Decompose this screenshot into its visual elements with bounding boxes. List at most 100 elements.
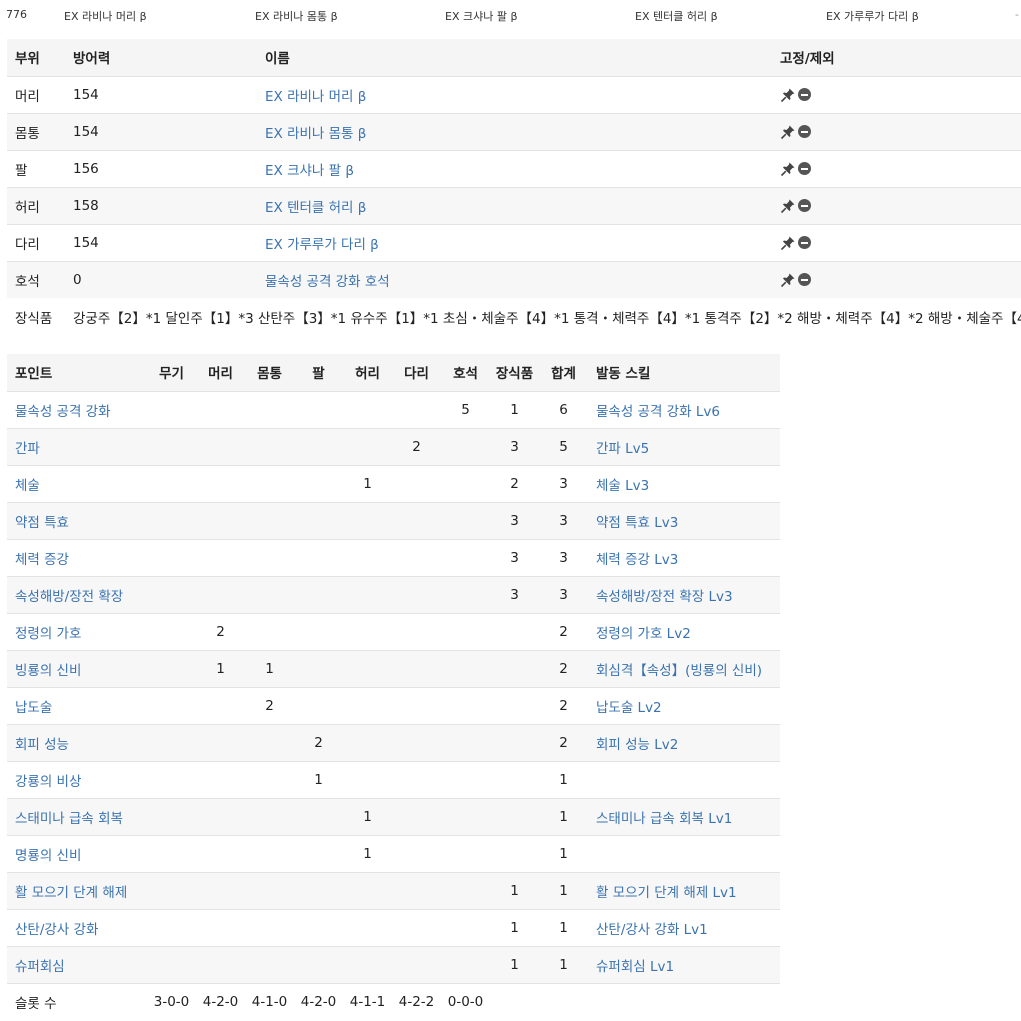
pin-icon[interactable] <box>780 198 796 214</box>
pin-icon[interactable] <box>780 161 796 177</box>
exclude-icon[interactable] <box>798 125 811 138</box>
active-skill-link[interactable]: 정령의 가호 Lv2 <box>596 626 691 642</box>
total-cell: 3 <box>539 501 588 539</box>
charm-cell <box>441 908 490 946</box>
active-skill-link[interactable]: 체력 증강 Lv3 <box>596 552 678 568</box>
head-cell <box>196 834 245 872</box>
skill-point-link[interactable]: 납도술 <box>15 700 52 716</box>
pin-icon[interactable] <box>780 87 796 103</box>
skill-point-link[interactable]: 강룡의 비상 <box>15 774 81 790</box>
total-cell: 1 <box>539 945 588 983</box>
waist-cell <box>343 501 392 539</box>
weapon-cell <box>147 723 196 761</box>
arm-cell <box>294 538 343 576</box>
skill-point-link[interactable]: 활 모으기 단계 해제 <box>15 885 127 901</box>
arm-cell <box>294 649 343 687</box>
total-cell: 1 <box>539 871 588 909</box>
skill-points-table: 포인트 무기 머리 몸통 팔 허리 다리 호석 장식품 합계 발동 스킬 물속성… <box>7 354 780 1020</box>
active-skill-cell: 슈퍼회심 Lv1 <box>588 945 780 983</box>
waist-cell <box>343 908 392 946</box>
skill-point-link[interactable]: 명룡의 신비 <box>15 848 81 864</box>
slots-label: 슬롯 수 <box>7 982 147 1020</box>
exclude-icon[interactable] <box>798 273 811 287</box>
body-cell <box>245 575 294 613</box>
skill-point-link[interactable]: 약점 특효 <box>15 515 69 531</box>
active-skill-link[interactable]: 산탄/강사 강화 Lv1 <box>596 922 708 938</box>
pin-icon[interactable] <box>780 235 796 251</box>
skill-point-link[interactable]: 슈퍼회심 <box>15 959 65 975</box>
slots-row: 슬롯 수 3-0-0 4-2-0 4-1-0 4-2-0 4-1-1 4-2-2… <box>7 982 780 1020</box>
pin-icon[interactable] <box>780 124 796 140</box>
active-skill-cell: 활 모으기 단계 해제 Lv1 <box>588 871 780 909</box>
total-cell: 2 <box>539 686 588 724</box>
exclude-icon[interactable] <box>798 236 811 249</box>
skill-row: 체술 1 2 3 체술 Lv3 <box>7 464 780 502</box>
part-cell: 몸통 <box>7 113 65 151</box>
skill-point-link[interactable]: 체술 <box>15 478 40 494</box>
arm-cell <box>294 390 343 428</box>
armor-link[interactable]: EX 가루루가 다리 β <box>265 237 379 253</box>
weapon-cell <box>147 760 196 798</box>
total-cell: 3 <box>539 575 588 613</box>
skill-point-link[interactable]: 회피 성능 <box>15 737 69 753</box>
armor-link[interactable]: 물속성 공격 강화 호석 <box>265 274 390 290</box>
exclude-icon[interactable] <box>798 199 811 212</box>
total-cell: 3 <box>539 464 588 502</box>
skill-point-link[interactable]: 산탄/강사 강화 <box>15 922 98 938</box>
total-cell: 1 <box>539 908 588 946</box>
waist-cell <box>343 723 392 761</box>
waist-cell <box>343 945 392 983</box>
active-skill-link[interactable]: 체술 Lv3 <box>596 478 649 494</box>
active-skill-link[interactable]: 회피 성능 Lv2 <box>596 737 678 753</box>
armor-link[interactable]: EX 크샤나 팔 β <box>265 163 354 179</box>
fixed-cell <box>772 187 1021 225</box>
total-cell: 6 <box>539 390 588 428</box>
weapon-cell <box>147 612 196 650</box>
name-cell: EX 라비나 몸통 β <box>257 113 772 151</box>
active-skill-link[interactable]: 약점 특효 Lv3 <box>596 515 678 531</box>
name-cell: 물속성 공격 강화 호석 <box>257 261 772 298</box>
skill-row: 체력 증강 3 3 체력 증강 Lv3 <box>7 538 780 576</box>
result-number: 776 <box>6 8 27 21</box>
skill-point-link[interactable]: 정령의 가호 <box>15 626 81 642</box>
armor-link[interactable]: EX 라비나 몸통 β <box>265 126 366 142</box>
leg-cell: 2 <box>392 427 441 465</box>
head-cell: 1 <box>196 649 245 687</box>
skill-point-link[interactable]: 속성해방/장전 확장 <box>15 589 123 605</box>
skill-point-link[interactable]: 스태미나 급속 회복 <box>15 811 123 827</box>
active-skill-cell: 회피 성능 Lv2 <box>588 723 780 761</box>
active-skill-link[interactable]: 속성해방/장전 확장 Lv3 <box>596 589 733 605</box>
skill-point-link[interactable]: 체력 증강 <box>15 552 69 568</box>
exclude-icon[interactable] <box>798 162 811 175</box>
point-cell: 정령의 가호 <box>7 612 147 650</box>
pin-icon[interactable] <box>780 272 796 288</box>
charm-cell <box>441 427 490 465</box>
fixed-cell <box>772 150 1021 188</box>
armor-link[interactable]: EX 라비나 머리 β <box>265 89 366 105</box>
header-body: 몸통 <box>257 366 282 383</box>
active-skill-link[interactable]: 납도술 Lv2 <box>596 700 662 716</box>
active-skill-cell: 납도술 Lv2 <box>588 686 780 724</box>
point-cell: 간파 <box>7 427 147 465</box>
skill-point-link[interactable]: 물속성 공격 강화 <box>15 404 111 420</box>
skill-point-link[interactable]: 간파 <box>15 441 40 457</box>
part-cell: 머리 <box>7 76 65 114</box>
exclude-icon[interactable] <box>798 88 811 101</box>
skill-point-link[interactable]: 빙룡의 신비 <box>15 663 81 679</box>
active-skill-link[interactable]: 스태미나 급속 회복 Lv1 <box>596 811 732 827</box>
deco-cell: 1 <box>490 908 539 946</box>
charm-cell <box>441 538 490 576</box>
active-skill-link[interactable]: 간파 Lv5 <box>596 441 649 457</box>
slots-arm: 4-2-0 <box>294 982 343 1020</box>
skill-row: 물속성 공격 강화 5 1 6 물속성 공격 강화 Lv6 <box>7 390 780 428</box>
active-skill-cell: 스태미나 급속 회복 Lv1 <box>588 797 780 835</box>
header-head: 머리 <box>208 366 233 383</box>
body-cell <box>245 723 294 761</box>
active-skill-link[interactable]: 물속성 공격 강화 Lv6 <box>596 404 720 420</box>
active-skill-link[interactable]: 슈퍼회심 Lv1 <box>596 959 674 975</box>
deco-cell <box>490 797 539 835</box>
active-skill-link[interactable]: 회심격【속성】(빙룡의 신비) <box>596 663 762 679</box>
armor-link[interactable]: EX 텐터클 허리 β <box>265 200 366 216</box>
active-skill-link[interactable]: 활 모으기 단계 해제 Lv1 <box>596 885 737 901</box>
deco-cell: 1 <box>490 390 539 428</box>
